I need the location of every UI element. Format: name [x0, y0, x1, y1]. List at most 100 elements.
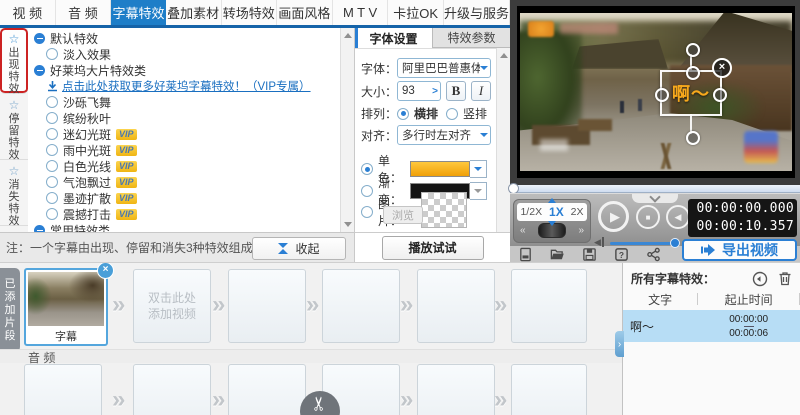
scroll-down-icon[interactable]: [344, 222, 352, 227]
browse-button[interactable]: 浏览: [383, 206, 423, 224]
effect-item[interactable]: 雨中光斑 VIP: [28, 142, 354, 158]
tab-font-settings[interactable]: 字体设置: [355, 28, 432, 48]
collapse-group-icon[interactable]: [34, 224, 45, 232]
right-handle[interactable]: [713, 88, 727, 102]
share-button[interactable]: [644, 246, 662, 262]
effect-item[interactable]: 迷幻光斑 VIP: [28, 126, 354, 142]
menu-overlay-material[interactable]: 叠加素材: [166, 0, 222, 25]
effect-group-hollywood[interactable]: 好莱坞大片特效类: [28, 62, 354, 78]
radio-icon[interactable]: [46, 192, 58, 204]
spinner-icon[interactable]: >: [432, 86, 438, 97]
size-input[interactable]: 93 >: [397, 81, 441, 101]
tab-stay-label: 停留特效: [8, 113, 20, 161]
effect-group-common[interactable]: 常用特效类: [28, 222, 354, 232]
time-display: 00:00:00.000 00:00:10.357: [688, 199, 797, 237]
subtitle-clip-cell[interactable]: 字幕 ×: [24, 263, 114, 346]
radio-icon[interactable]: [46, 176, 58, 188]
rotate-handle[interactable]: [686, 43, 700, 57]
bottom-handle[interactable]: [686, 131, 700, 145]
rewind-icon[interactable]: «: [520, 225, 526, 236]
collapse-player-notch[interactable]: [632, 191, 678, 203]
speed-1x-option[interactable]: 1X: [549, 205, 564, 219]
radio-icon[interactable]: [46, 128, 58, 140]
play-test-button[interactable]: 播放试试: [381, 235, 484, 260]
effect-item[interactable]: 白色光线 VIP: [28, 158, 354, 174]
font-panel-scrollbar[interactable]: [496, 48, 510, 262]
trash-icon[interactable]: [778, 271, 792, 286]
panel-expand-handle[interactable]: ›: [615, 331, 624, 357]
scroll-up-icon[interactable]: [344, 33, 352, 38]
align-select[interactable]: 多行时左对齐: [397, 125, 491, 145]
subtitle-selection-box[interactable]: 啊～ ×: [655, 43, 732, 145]
effect-item[interactable]: 墨迹扩散 VIP: [28, 190, 354, 206]
menu-picture-style[interactable]: 画面风格: [277, 0, 333, 25]
subtitle-row[interactable]: 啊～ 00:00:00 00:00:06: [623, 310, 800, 342]
subtitle-overlay-text[interactable]: 啊～: [672, 80, 710, 106]
effect-item-label: 白色光线: [63, 159, 112, 174]
get-more-effects-link[interactable]: 点击此处获取更多好莱坞字幕特效！（VIP专属）: [28, 78, 354, 94]
speed-marker-icon: [548, 221, 556, 226]
new-project-button[interactable]: [516, 246, 534, 262]
speed-half-option[interactable]: 1/2X: [520, 206, 542, 218]
tv-text-watermark: [560, 23, 618, 34]
effect-item[interactable]: 缤纷秋叶: [28, 110, 354, 126]
menu-audio[interactable]: 音 频: [56, 0, 112, 25]
time-total: 00:00:10.357: [696, 219, 794, 234]
effect-item[interactable]: 震撼打击 VIP: [28, 206, 354, 222]
menu-mtv[interactable]: M T V: [333, 0, 389, 25]
radio-icon[interactable]: [46, 112, 58, 124]
menu-upgrade[interactable]: 升级与服务: [444, 0, 511, 25]
tab-appear-effect[interactable]: ☆ 出现特效: [0, 28, 28, 95]
left-handle[interactable]: [655, 88, 669, 102]
italic-button[interactable]: I: [471, 81, 491, 101]
tab-stay-effect[interactable]: ☆ 停留特效: [0, 94, 28, 161]
tab-effect-params[interactable]: 特效参数: [432, 28, 510, 48]
play-button[interactable]: ▶: [598, 201, 629, 232]
menu-subtitle-effects[interactable]: 字幕特效: [111, 0, 166, 25]
size-value: 93: [402, 85, 415, 97]
export-video-button[interactable]: 导出视频: [682, 239, 797, 261]
effect-group-default[interactable]: 默认特效: [28, 30, 354, 46]
menu-video[interactable]: 视 频: [0, 0, 56, 25]
radio-horizontal[interactable]: [397, 107, 409, 120]
collapse-group-icon[interactable]: [34, 64, 45, 76]
effect-item[interactable]: 沙砾飞舞: [28, 94, 354, 110]
tab-disappear-effect[interactable]: ☆ 消失特效: [0, 160, 28, 227]
radio-icon[interactable]: [46, 96, 58, 108]
collapse-group-icon[interactable]: [34, 32, 45, 44]
close-icon[interactable]: ×: [712, 58, 732, 78]
radio-icon[interactable]: [46, 48, 58, 60]
effects-scrollbar[interactable]: [340, 28, 354, 232]
save-button[interactable]: [580, 246, 598, 262]
open-folder-button[interactable]: [548, 246, 566, 262]
radio-icon[interactable]: [46, 144, 58, 156]
menu-karaoke[interactable]: 卡拉OK: [388, 0, 444, 25]
speed-2x-option[interactable]: 2X: [571, 206, 584, 218]
column-time: 起止时间: [724, 292, 773, 307]
effect-item[interactable]: 气泡飘过 VIP: [28, 174, 354, 190]
tab-appear-label: 出现特效: [8, 47, 20, 95]
gradient-color-dropdown[interactable]: [470, 182, 487, 200]
step-back-button[interactable]: ◀: [666, 205, 690, 229]
stop-button[interactable]: ■: [636, 205, 660, 229]
radio-icon[interactable]: [46, 160, 58, 172]
vip-badge: VIP: [116, 160, 137, 172]
added-clips-tab[interactable]: 已添加片段: [0, 268, 20, 352]
font-select[interactable]: 阿里巴巴普惠体 M: [397, 58, 491, 78]
forward-icon[interactable]: »: [578, 225, 584, 236]
scroll-up-icon[interactable]: [500, 53, 508, 58]
effect-item-fade[interactable]: 淡入效果: [28, 46, 354, 62]
close-icon[interactable]: ×: [97, 263, 114, 279]
radio-vertical[interactable]: [446, 107, 459, 120]
undo-icon[interactable]: [752, 271, 768, 287]
bold-button[interactable]: B: [446, 81, 466, 101]
radio-icon[interactable]: [46, 208, 58, 220]
collapse-button[interactable]: 收起: [252, 237, 346, 260]
radio-image-fill[interactable]: [361, 206, 373, 218]
start-time: 00:00:00: [729, 313, 769, 325]
tab-accent-mark: [355, 28, 358, 48]
top-handle[interactable]: [686, 66, 700, 80]
help-button[interactable]: ?: [612, 246, 630, 262]
menu-transitions[interactable]: 转场特效: [222, 0, 278, 25]
add-video-placeholder-cell[interactable]: 双击此处添加视频: [133, 269, 211, 343]
